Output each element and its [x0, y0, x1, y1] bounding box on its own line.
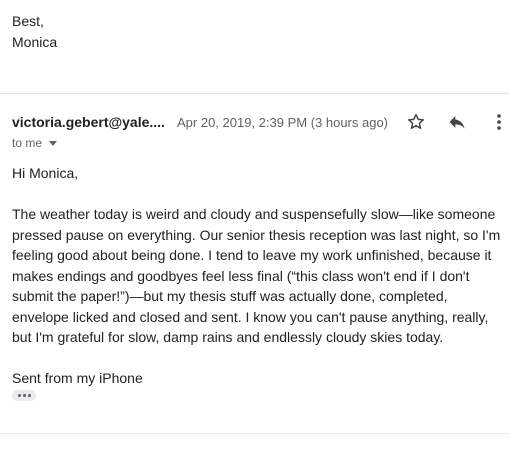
message-divider: [0, 93, 509, 94]
chevron-down-icon: [49, 141, 58, 146]
message-signature: Sent from my iPhone: [12, 370, 143, 386]
signoff-text: Best,: [12, 13, 44, 29]
message-paragraph: The weather today is weird and cloudy an…: [12, 206, 501, 345]
show-trimmed-content-button[interactable]: [12, 390, 36, 401]
message-greeting: Hi Monica,: [12, 165, 79, 181]
sender-name[interactable]: victoria.gebert@yale....: [12, 114, 165, 130]
previous-message-signature: Best, Monica: [12, 11, 57, 53]
more-options-button[interactable]: [488, 111, 509, 133]
reply-icon: [449, 116, 465, 129]
message-body: Hi Monica, The weather today is weird an…: [12, 163, 502, 389]
recipient-details-toggle[interactable]: to me: [12, 136, 58, 150]
star-button[interactable]: [405, 111, 427, 133]
ellipsis-icon: [17, 394, 21, 397]
message-date[interactable]: Apr 20, 2019, 2:39 PM (3 hours ago): [177, 115, 388, 130]
recipient-text: to me: [12, 136, 43, 150]
reply-button[interactable]: [446, 111, 468, 133]
email-thread: Best, Monica victoria.gebert@yale.... Ap…: [0, 0, 509, 454]
more-vert-icon: [497, 114, 501, 130]
ellipsis-dot: [22, 394, 26, 397]
signoff-name: Monica: [12, 34, 58, 50]
ellipsis-dot: [27, 394, 31, 397]
message-divider: [0, 433, 509, 434]
star-icon: [408, 113, 424, 129]
